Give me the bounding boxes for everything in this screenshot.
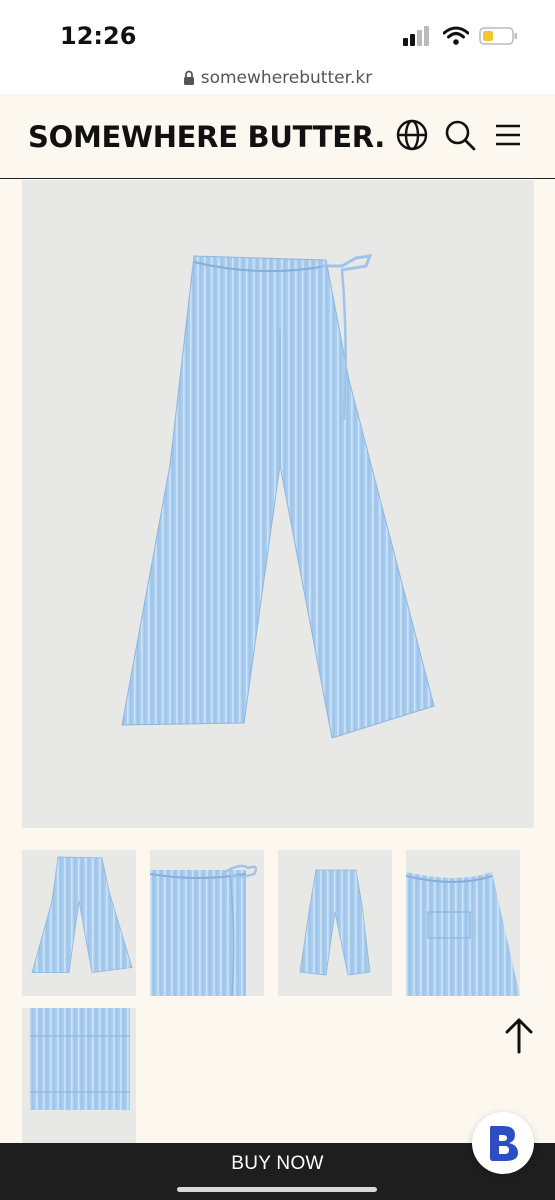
thumbnail-2[interactable] — [150, 850, 264, 996]
lock-icon — [183, 70, 194, 85]
search-icon[interactable] — [443, 118, 477, 152]
main-product-image[interactable] — [22, 180, 534, 828]
site-header: SOMEWHERE BUTTER. — [0, 94, 555, 179]
globe-icon[interactable] — [395, 118, 429, 152]
battery-icon — [479, 27, 517, 45]
thumbnail-4[interactable] — [406, 850, 520, 996]
chat-button[interactable] — [472, 1112, 534, 1174]
status-bar: 12:26 — [0, 0, 555, 62]
wifi-icon — [443, 26, 469, 45]
menu-icon[interactable] — [491, 118, 525, 152]
status-icons — [403, 26, 519, 46]
thumbnail-5[interactable] — [22, 1008, 136, 1143]
home-indicator — [177, 1187, 377, 1192]
thumbnail-3[interactable] — [278, 850, 392, 996]
url-text[interactable]: somewherebutter.kr — [201, 68, 373, 88]
product-content — [0, 180, 555, 1143]
status-time: 12:26 — [60, 22, 137, 50]
arrow-up-icon[interactable] — [498, 1014, 540, 1056]
url-bar[interactable]: somewherebutter.kr — [0, 62, 555, 94]
header-icons — [395, 118, 525, 152]
signal-icon — [403, 26, 429, 46]
chat-b-icon — [490, 1126, 518, 1161]
site-logo[interactable]: SOMEWHERE BUTTER. — [28, 120, 385, 154]
thumbnail-1[interactable] — [22, 850, 136, 996]
